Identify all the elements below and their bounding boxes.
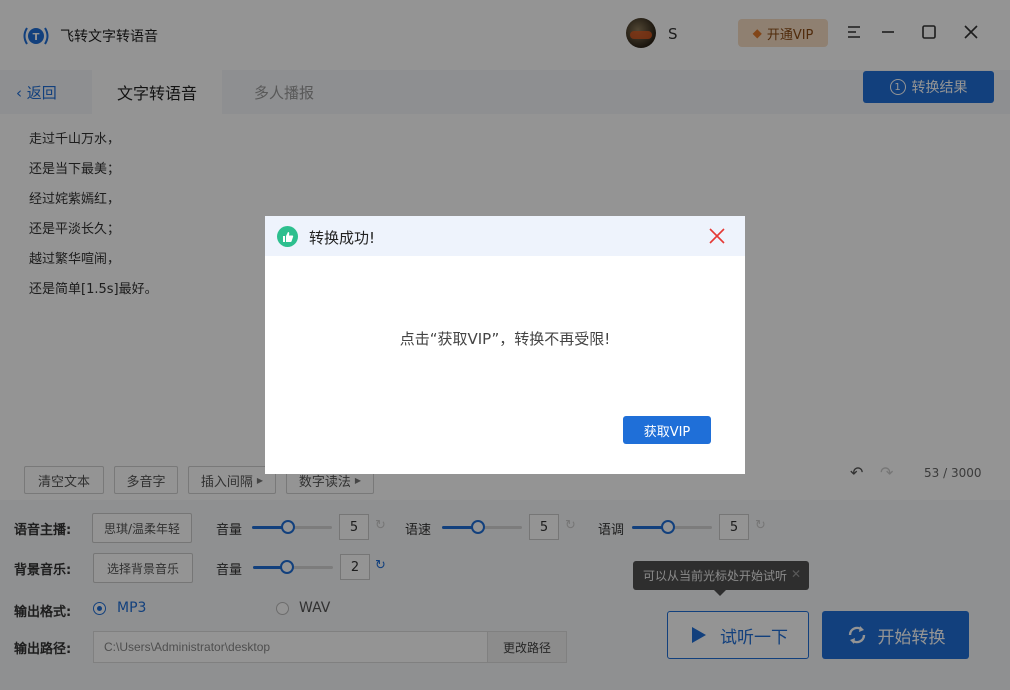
success-dialog: 转换成功! 点击“获取VIP”，转换不再受限! 获取VIP [265, 216, 745, 474]
dialog-header: 转换成功! [265, 216, 745, 256]
thumbs-up-icon [277, 226, 298, 247]
close-dialog-icon[interactable] [707, 226, 727, 246]
dialog-title: 转换成功! [309, 229, 376, 247]
dialog-message: 点击“获取VIP”，转换不再受限! [399, 330, 611, 348]
get-vip-button[interactable]: 获取VIP [623, 416, 711, 444]
